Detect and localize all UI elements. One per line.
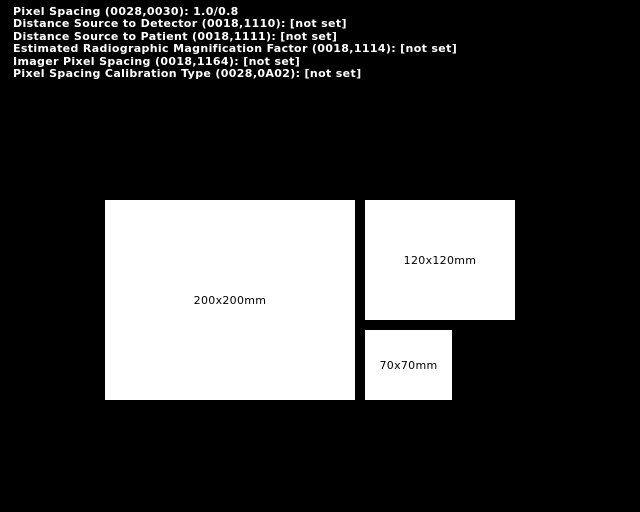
square-70mm: 70x70mm <box>365 330 452 400</box>
image-viewport[interactable]: { "overlay": { "lines": [ "Pixel Spacing… <box>0 0 640 512</box>
square-70mm-label: 70x70mm <box>379 358 438 372</box>
magnification-factor-line: Estimated Radiographic Magnification Fac… <box>13 42 458 56</box>
distance-source-to-detector-line: Distance Source to Detector (0018,1110):… <box>13 17 347 31</box>
square-200mm: 200x200mm <box>105 200 355 400</box>
square-120mm-label: 120x120mm <box>403 253 477 267</box>
square-200mm-label: 200x200mm <box>193 293 267 307</box>
dicom-tag-overlay: Pixel Spacing (0028,0030): 1.0/0.8 Dista… <box>13 5 458 81</box>
pixel-spacing-calibration-type-line: Pixel Spacing Calibration Type (0028,0A0… <box>13 67 362 81</box>
square-120mm: 120x120mm <box>365 200 515 320</box>
